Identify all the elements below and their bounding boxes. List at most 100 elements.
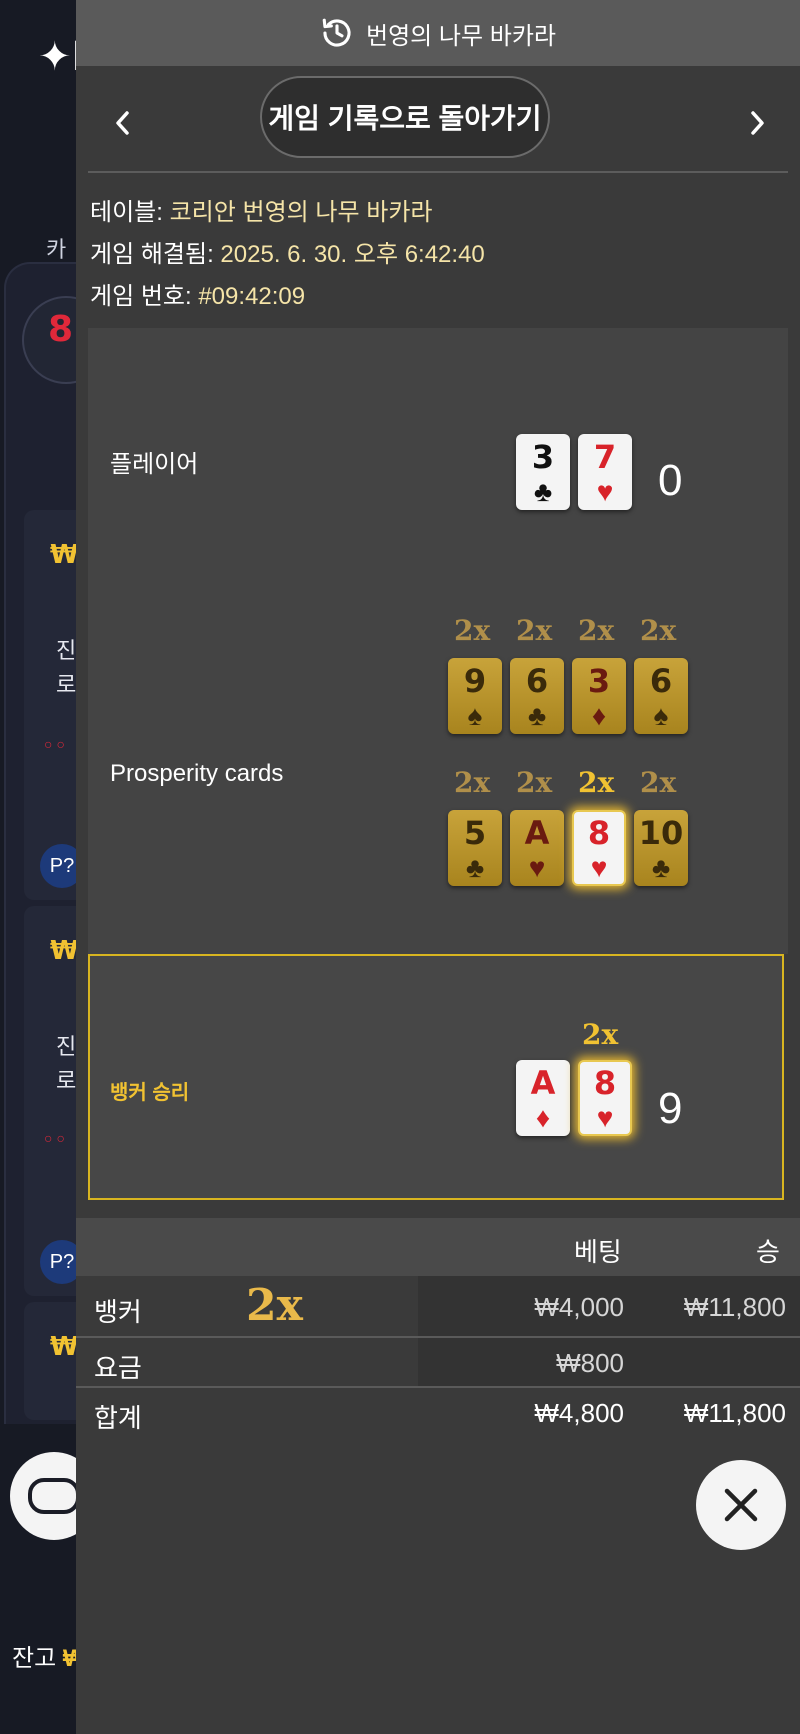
card-rank: 3	[587, 662, 611, 700]
card-multiplier: 2x	[516, 766, 553, 799]
card-suit-icon: ♦	[591, 700, 607, 731]
card-suit-icon: ♣	[465, 852, 485, 883]
card-rank: 6	[649, 662, 673, 700]
card-rank: 7	[593, 438, 617, 476]
card-rank: 6	[525, 662, 549, 700]
rings-icon: 8	[48, 309, 74, 350]
playing-card: 9 ♠	[448, 658, 502, 734]
close-button[interactable]	[696, 1460, 786, 1550]
banker-win-label: 뱅커 승리	[110, 1082, 190, 1104]
navigation-row: 게임 기록으로 돌아가기	[76, 76, 800, 170]
playing-card: 10 ♣	[634, 810, 688, 886]
modal-header: 번영의 나무 바카라	[76, 0, 800, 66]
playing-card: 3 ♦	[572, 658, 626, 734]
roadmap-dots: ○○	[44, 736, 69, 752]
background-tile-line: 로	[56, 1068, 77, 1093]
card-suit-icon: ♣	[651, 852, 671, 883]
close-icon	[724, 1488, 758, 1522]
card-rank: 5	[463, 814, 487, 852]
card-suit-icon: ♠	[653, 700, 669, 731]
background-tile-line: 로	[56, 672, 77, 697]
roadmap-dots: ○○	[44, 1130, 69, 1146]
resolved-label: 게임 해결됨:	[90, 241, 214, 268]
banker-score: 9	[658, 1084, 683, 1133]
prosperity-label: Prosperity cards	[110, 760, 284, 787]
resolved-value: 2025. 6. 30. 오후 6:42:40	[220, 241, 485, 268]
game-history-modal: 번영의 나무 바카라 게임 기록으로 돌아가기 테이블: 코리안 번영의 나무 …	[76, 0, 800, 1734]
background-tile-line: 진	[56, 1034, 77, 1059]
card-rank: 10	[638, 814, 684, 852]
card-suit-icon: ♥	[528, 852, 546, 883]
card-multiplier: 2x	[582, 1018, 619, 1051]
playing-card: 6 ♣	[510, 658, 564, 734]
column-win: 승	[756, 1237, 780, 1267]
card-suit-icon: ♥	[590, 852, 608, 883]
table-value: 코리안 번영의 나무 바카라	[169, 199, 433, 226]
bet-amount: ₩4,800	[534, 1398, 624, 1428]
background-tile-line: 진	[56, 638, 77, 663]
history-icon	[322, 18, 351, 47]
table-divider	[76, 1386, 800, 1388]
table-info: 테이블: 코리안 번영의 나무 바카라	[90, 192, 432, 227]
card-multiplier: 2x	[640, 766, 677, 799]
game-number-info: 게임 번호: #09:42:09	[90, 276, 305, 311]
card-multiplier: 2x	[516, 614, 553, 647]
chevron-left-icon	[116, 111, 129, 135]
card-suit-icon: ♥	[596, 1102, 614, 1133]
bet-multiplier: 2x	[246, 1280, 303, 1331]
balance-label: 잔고	[12, 1645, 57, 1672]
background-tile-currency: ₩	[50, 1332, 79, 1362]
bet-label: 요금	[94, 1353, 142, 1383]
card-multiplier: 2x	[454, 766, 491, 799]
playing-card: 8 ♥	[578, 1060, 632, 1136]
card-suit-icon: ♣	[527, 700, 547, 731]
bets-table-header: 베팅 승	[76, 1218, 800, 1276]
playing-card: 7 ♥	[578, 434, 632, 510]
card-suit-icon: ♣	[533, 476, 553, 507]
previous-game-button[interactable]	[98, 98, 148, 148]
card-rank: 9	[463, 662, 487, 700]
playing-card: 5 ♣	[448, 810, 502, 886]
back-to-history-button[interactable]: 게임 기록으로 돌아가기	[260, 76, 550, 158]
player-label: 플레이어	[110, 451, 199, 478]
chat-icon	[28, 1478, 80, 1514]
background-tile-currency: ₩	[50, 540, 79, 570]
card-rank: A	[524, 814, 550, 852]
table-label: 테이블:	[90, 199, 163, 226]
card-multiplier: 2x	[640, 614, 677, 647]
win-amount: ₩11,800	[683, 1292, 786, 1322]
background-tab-text: 카	[46, 237, 67, 262]
card-rank: A	[530, 1064, 556, 1102]
card-multiplier: 2x	[578, 766, 615, 799]
card-rank: 8	[593, 1064, 617, 1102]
playing-card: A ♦	[516, 1060, 570, 1136]
playing-card: 8 ♥	[572, 810, 626, 886]
card-rank: 3	[531, 438, 555, 476]
bet-label: 합계	[94, 1403, 142, 1433]
playing-card: 6 ♠	[634, 658, 688, 734]
chevron-right-icon	[751, 111, 764, 135]
next-game-button[interactable]	[732, 98, 782, 148]
card-suit-icon: ♠	[467, 700, 483, 731]
player-score: 0	[658, 456, 683, 505]
card-multiplier: 2x	[578, 614, 615, 647]
playing-card: 3 ♣	[516, 434, 570, 510]
win-amount: ₩11,800	[683, 1398, 786, 1428]
bet-amount: ₩800	[556, 1348, 624, 1378]
table-divider	[76, 1336, 800, 1338]
banker-result-box	[88, 954, 784, 1200]
card-suit-icon: ♥	[596, 476, 614, 507]
bet-amount: ₩4,000	[534, 1292, 624, 1322]
game-number-value: #09:42:09	[198, 283, 306, 310]
card-rank: 8	[587, 814, 611, 852]
modal-title: 번영의 나무 바카라	[366, 22, 556, 50]
resolved-info: 게임 해결됨: 2025. 6. 30. 오후 6:42:40	[90, 234, 485, 269]
card-multiplier: 2x	[454, 614, 491, 647]
column-bet: 베팅	[574, 1237, 622, 1267]
game-number-label: 게임 번호:	[90, 283, 192, 310]
bet-label: 뱅커	[94, 1297, 142, 1327]
playing-card: A ♥	[510, 810, 564, 886]
divider	[88, 171, 788, 173]
card-suit-icon: ♦	[535, 1102, 551, 1133]
background-tile-currency: ₩	[50, 936, 79, 966]
